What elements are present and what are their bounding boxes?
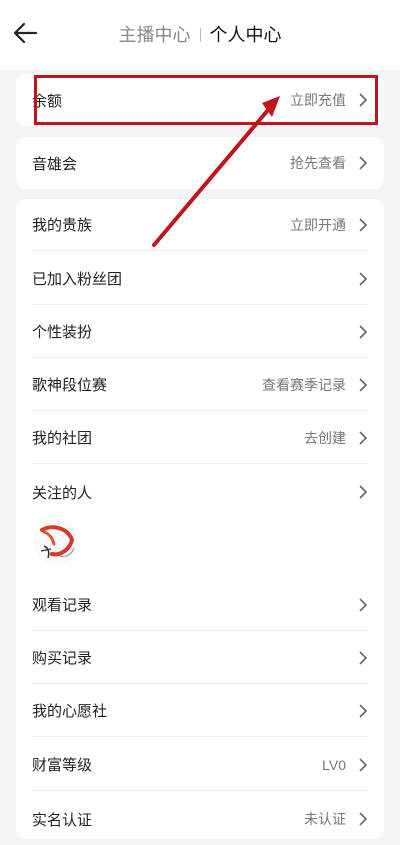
chevron-right-icon	[359, 650, 368, 665]
followed-user-avatar[interactable]	[32, 518, 80, 566]
fans-group-row[interactable]: 已加入粉丝团	[32, 253, 368, 305]
chevron-right-icon	[359, 324, 368, 339]
fans-group-label: 已加入粉丝团	[32, 271, 123, 288]
yinxiong-label: 音雄会	[32, 155, 78, 173]
history-label: 观看记录	[32, 597, 93, 614]
chevron-right-icon	[359, 217, 368, 232]
chevron-right-icon	[359, 597, 368, 612]
following-row[interactable]: 关注的人	[32, 466, 368, 518]
style-row[interactable]: 个性装扮	[32, 306, 368, 358]
chevron-right-icon	[359, 757, 368, 772]
club-action[interactable]: 去创建	[304, 428, 346, 448]
noble-row[interactable]: 我的贵族 立即开通	[32, 199, 368, 251]
wealth-level: LV0	[322, 756, 346, 773]
chevron-right-icon	[359, 156, 368, 170]
wealth-row[interactable]: 财富等级 LV0	[32, 739, 368, 791]
noble-action[interactable]: 立即开通	[290, 215, 346, 235]
tab-divider	[199, 28, 201, 42]
koi-fish-image	[33, 519, 79, 565]
top-header: 主播中心 个人中心	[0, 0, 400, 70]
chevron-right-icon	[359, 812, 368, 826]
chevron-right-icon	[359, 485, 368, 499]
wish-label: 我的心愿社	[32, 703, 108, 720]
realname-label: 实名认证	[32, 811, 93, 829]
following-label: 关注的人	[32, 484, 93, 502]
purchase-label: 购买记录	[32, 650, 93, 667]
noble-label: 我的贵族	[32, 217, 93, 234]
annotation-highlight-box	[34, 75, 378, 125]
realname-row[interactable]: 实名认证 未认证	[32, 793, 368, 845]
club-row[interactable]: 我的社团 去创建	[32, 412, 368, 464]
header-tabs: 主播中心 个人中心	[0, 24, 400, 46]
chevron-right-icon	[359, 271, 368, 286]
yinxiong-action[interactable]: 抢先查看	[290, 153, 346, 173]
style-label: 个性装扮	[32, 324, 93, 341]
yinxiong-card: 音雄会 抢先查看	[16, 137, 384, 189]
tab-personal-center[interactable]: 个人中心	[210, 25, 282, 45]
tab-anchor-center[interactable]: 主播中心	[119, 25, 191, 45]
rank-row[interactable]: 歌神段位赛 查看赛季记录	[32, 359, 368, 411]
purchase-row[interactable]: 购买记录	[32, 632, 368, 684]
realname-status: 未认证	[304, 811, 346, 827]
chevron-right-icon	[359, 377, 368, 392]
rank-label: 歌神段位赛	[32, 377, 108, 394]
wish-row[interactable]: 我的心愿社	[32, 685, 368, 737]
chevron-right-icon	[359, 430, 368, 445]
chevron-right-icon	[359, 703, 368, 718]
yinxiong-row[interactable]: 音雄会 抢先查看	[32, 137, 368, 189]
club-label: 我的社团	[32, 430, 93, 447]
rank-action[interactable]: 查看赛季记录	[262, 375, 346, 395]
history-row[interactable]: 观看记录	[32, 579, 368, 631]
menu-list-card: 我的贵族 立即开通 已加入粉丝团 个性装扮 歌神段位赛 查看赛季记录 我的社团 …	[16, 199, 384, 839]
wealth-label: 财富等级	[32, 757, 93, 774]
